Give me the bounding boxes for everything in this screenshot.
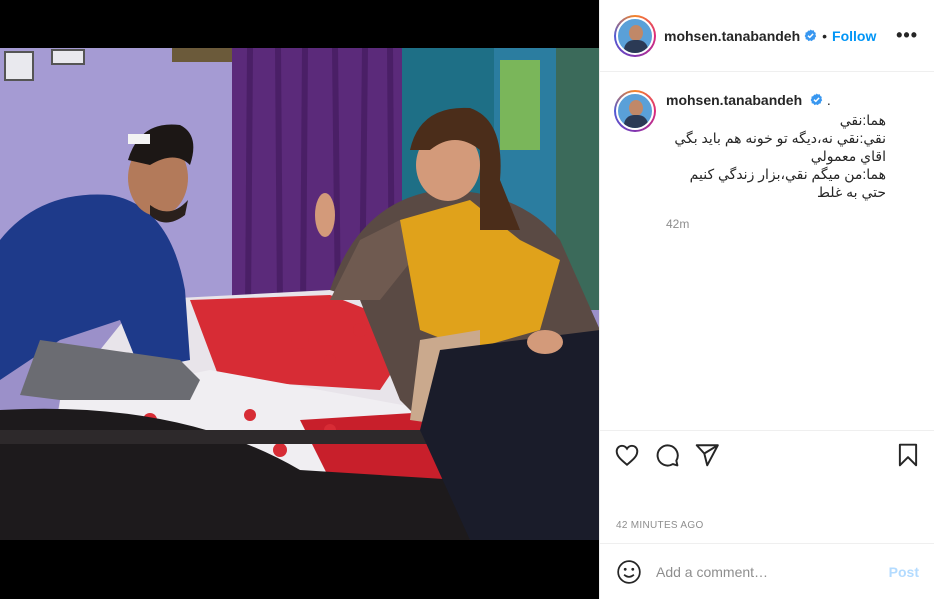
comment-icon[interactable] [654,442,680,468]
photo-scene [0,0,599,599]
caption-header: mohsen.tanabandeh . [666,92,886,108]
posted-time[interactable]: 42 MINUTES AGO [616,520,704,531]
paper-plane-icon[interactable] [694,442,720,468]
post-header: mohsen.tanabandeh • Follow ••• [600,0,934,72]
username-link[interactable]: mohsen.tanabandeh [664,28,800,44]
caption-avatar[interactable] [614,90,656,132]
caption-trail: . [826,92,831,108]
caption-age[interactable]: 42m [666,217,886,231]
verified-badge-icon [804,29,817,42]
heart-icon[interactable] [614,442,640,468]
avatar[interactable] [614,14,656,57]
avatar-image [616,16,654,55]
more-options-button[interactable]: ••• [896,25,918,46]
caption-line: هما:من ميگم نقي،بزار زندگي كنيم حتي به غ… [689,166,886,200]
comments-area: mohsen.tanabandeh . هما:نقي نقي:نقي نه،د… [600,72,934,430]
follow-button[interactable]: Follow [832,28,876,44]
caption-item: mohsen.tanabandeh . هما:نقي نقي:نقي نه،د… [614,90,918,231]
bookmark-icon[interactable] [895,442,921,468]
caption-line: هما:نقي [839,112,886,128]
add-comment-bar: Post [600,543,934,599]
post-comment-button[interactable]: Post [889,564,919,580]
post-side-panel: mohsen.tanabandeh • Follow ••• mohsen.ta… [599,0,934,599]
comment-input[interactable] [656,563,889,580]
caption-username-link[interactable]: mohsen.tanabandeh [666,92,802,108]
action-bar [600,430,934,478]
caption-body: mohsen.tanabandeh . هما:نقي نقي:نقي نه،د… [666,90,886,231]
smiley-icon[interactable] [616,559,642,585]
caption-line: نقي:نقي نه،ديگه تو خونه هم بايد بگي اقاي… [674,130,886,164]
verified-badge-icon [810,93,823,106]
post-image[interactable] [0,0,599,599]
separator-dot: • [822,27,828,44]
caption-text: هما:نقي نقي:نقي نه،ديگه تو خونه هم بايد … [666,111,886,201]
avatar-image [616,92,654,130]
